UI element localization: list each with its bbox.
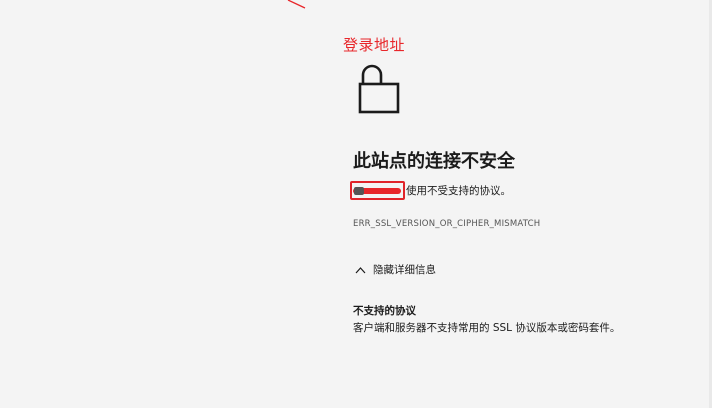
hide-details-label: 隐藏详细信息 xyxy=(373,264,436,276)
hide-details-button[interactable]: 隐藏详细信息 xyxy=(355,262,436,277)
detail-heading: 不支持的协议 xyxy=(353,305,416,317)
annotation-marker-line xyxy=(287,0,306,9)
page-title: 此站点的连接不安全 xyxy=(353,151,515,172)
error-code: ERR_SSL_VERSION_OR_CIPHER_MISMATCH xyxy=(353,219,541,229)
error-page: 登录地址 此站点的连接不安全 使用不受支持的协议。 ERR_SSL_VERSIO… xyxy=(0,0,712,408)
error-description-text: 使用不受支持的协议。 xyxy=(406,185,511,197)
annotation-caption: 登录地址 xyxy=(343,36,406,54)
error-description: 使用不受支持的协议。 xyxy=(350,181,511,200)
unlocked-padlock-icon xyxy=(358,64,400,114)
chevron-up-icon xyxy=(355,266,366,273)
redacted-site-address xyxy=(350,181,405,200)
redaction-mark xyxy=(354,187,364,195)
detail-body: 客户端和服务器不支持常用的 SSL 协议版本或密码套件。 xyxy=(353,322,621,334)
